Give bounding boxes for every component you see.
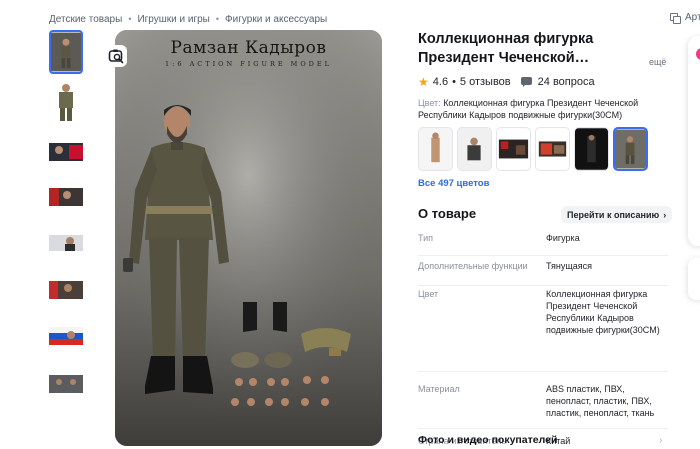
- thumbnail-1[interactable]: [49, 30, 83, 74]
- rating-row: ★ 4.6 • 5 отзывов 24 вопроса: [418, 75, 595, 89]
- spec-row: Тип Фигурка: [418, 232, 668, 256]
- about-section-title: О товаре: [418, 206, 477, 221]
- image-search-button[interactable]: [105, 45, 127, 67]
- thumbnail-image: [49, 369, 83, 399]
- swatch-image: [575, 128, 608, 170]
- color-swatch-3[interactable]: [496, 127, 531, 171]
- chat-icon: [520, 76, 533, 88]
- swatch-image: [536, 128, 569, 170]
- color-swatch-2[interactable]: [457, 127, 492, 171]
- color-swatch-5[interactable]: [574, 127, 609, 171]
- rating-separator: •: [452, 76, 456, 88]
- color-swatches: [418, 127, 652, 171]
- breadcrumb-separator: •: [128, 14, 132, 24]
- image-overlay-title: Рамзан Кадыров: [170, 38, 327, 58]
- star-icon: ★: [418, 75, 429, 89]
- main-product-image[interactable]: Рамзан Кадыров 1:6 ACTION FIGURE MODEL: [115, 30, 382, 446]
- chevron-right-icon: ›: [663, 209, 667, 220]
- thumbnail-image: [51, 32, 81, 72]
- thumbnail-image: [49, 228, 83, 258]
- thumbnail-2[interactable]: [49, 80, 83, 124]
- seller-card[interactable]: [688, 258, 700, 300]
- customer-photos-title: Фото и видео покупателей: [418, 434, 558, 446]
- breadcrumb-item-toys[interactable]: Игрушки и игры: [137, 14, 209, 25]
- article-label: Арт: [685, 12, 700, 23]
- swatch-image: [615, 129, 646, 169]
- thumbnail-image: [49, 275, 83, 305]
- reviews-link[interactable]: 5 отзывов: [460, 76, 511, 88]
- swatch-image: [458, 128, 491, 170]
- image-overlay-subtitle: 1:6 ACTION FIGURE MODEL: [165, 60, 332, 68]
- breadcrumb: Детские товары • Игрушки и игры • Фигурк…: [49, 12, 327, 26]
- thumbnail-4[interactable]: [49, 182, 83, 212]
- swatch-image: [419, 128, 452, 170]
- thumbnail-6[interactable]: [49, 275, 83, 305]
- spec-value: Китай: [546, 436, 571, 446]
- search-photo-icon: [108, 49, 124, 64]
- thumbnail-image: [49, 137, 83, 167]
- thumbnail-image: [49, 80, 83, 124]
- chevron-right-icon: ›: [659, 435, 663, 446]
- product-info: Коллекционная фигурка Президент Чеченско…: [418, 30, 673, 446]
- thumbnail-5[interactable]: [49, 228, 83, 258]
- spec-row: Цвет Коллекционная фигурка Президент Чеч…: [418, 288, 668, 372]
- article-copy[interactable]: Арт: [669, 12, 700, 24]
- thumbnail-image: [49, 182, 83, 212]
- title-more-link[interactable]: ещё: [649, 57, 666, 67]
- spec-key: Цвет: [418, 289, 439, 299]
- product-title: Коллекционная фигурка Президент Чеченско…: [418, 31, 594, 66]
- breadcrumb-separator: •: [215, 14, 220, 24]
- questions-link[interactable]: 24 вопроса: [538, 76, 595, 88]
- goto-description-button[interactable]: Перейти к описанию ›: [561, 206, 673, 223]
- purchase-card[interactable]: [688, 36, 700, 246]
- copy-icon: [669, 12, 681, 24]
- spec-key: Тип: [418, 233, 434, 243]
- goto-description-label: Перейти к описанию: [567, 209, 660, 220]
- brand-badge-icon: [696, 48, 700, 60]
- thumbnail-image: [49, 321, 83, 351]
- figure-photo: [115, 30, 382, 446]
- thumbnail-8[interactable]: [49, 369, 83, 399]
- spec-value: Тянущаяся: [546, 261, 592, 271]
- color-swatch-1[interactable]: [418, 127, 453, 171]
- spec-key: Дополнительные функции: [418, 261, 528, 271]
- breadcrumb-item-figures[interactable]: Фигурки и аксессуары: [225, 14, 327, 25]
- thumbnail-3[interactable]: [49, 137, 83, 167]
- spec-row: Материал ABS пластик, ПВХ, пенопласт, пл…: [418, 383, 668, 429]
- spec-value: Фигурка: [546, 233, 580, 243]
- swatch-image: [497, 128, 530, 170]
- color-label: Цвет:: [418, 98, 441, 108]
- spec-row: Дополнительные функции Тянущаяся: [418, 260, 668, 286]
- color-description: Цвет: Коллекционная фигурка Президент Че…: [418, 97, 658, 121]
- spec-value: Коллекционная фигурка Президент Чеченско…: [546, 289, 660, 335]
- spec-key: Материал: [418, 384, 460, 394]
- color-value: Коллекционная фигурка Президент Чеченско…: [418, 98, 639, 120]
- thumbnail-7[interactable]: [49, 321, 83, 351]
- breadcrumb-item-kids[interactable]: Детские товары: [49, 14, 122, 25]
- all-colors-link[interactable]: Все 497 цветов: [418, 178, 489, 189]
- spec-value: ABS пластик, ПВХ, пенопласт, пластик, ПВ…: [546, 384, 655, 418]
- color-swatch-4[interactable]: [535, 127, 570, 171]
- color-swatch-6[interactable]: [613, 127, 648, 171]
- rating-value: 4.6: [432, 76, 449, 88]
